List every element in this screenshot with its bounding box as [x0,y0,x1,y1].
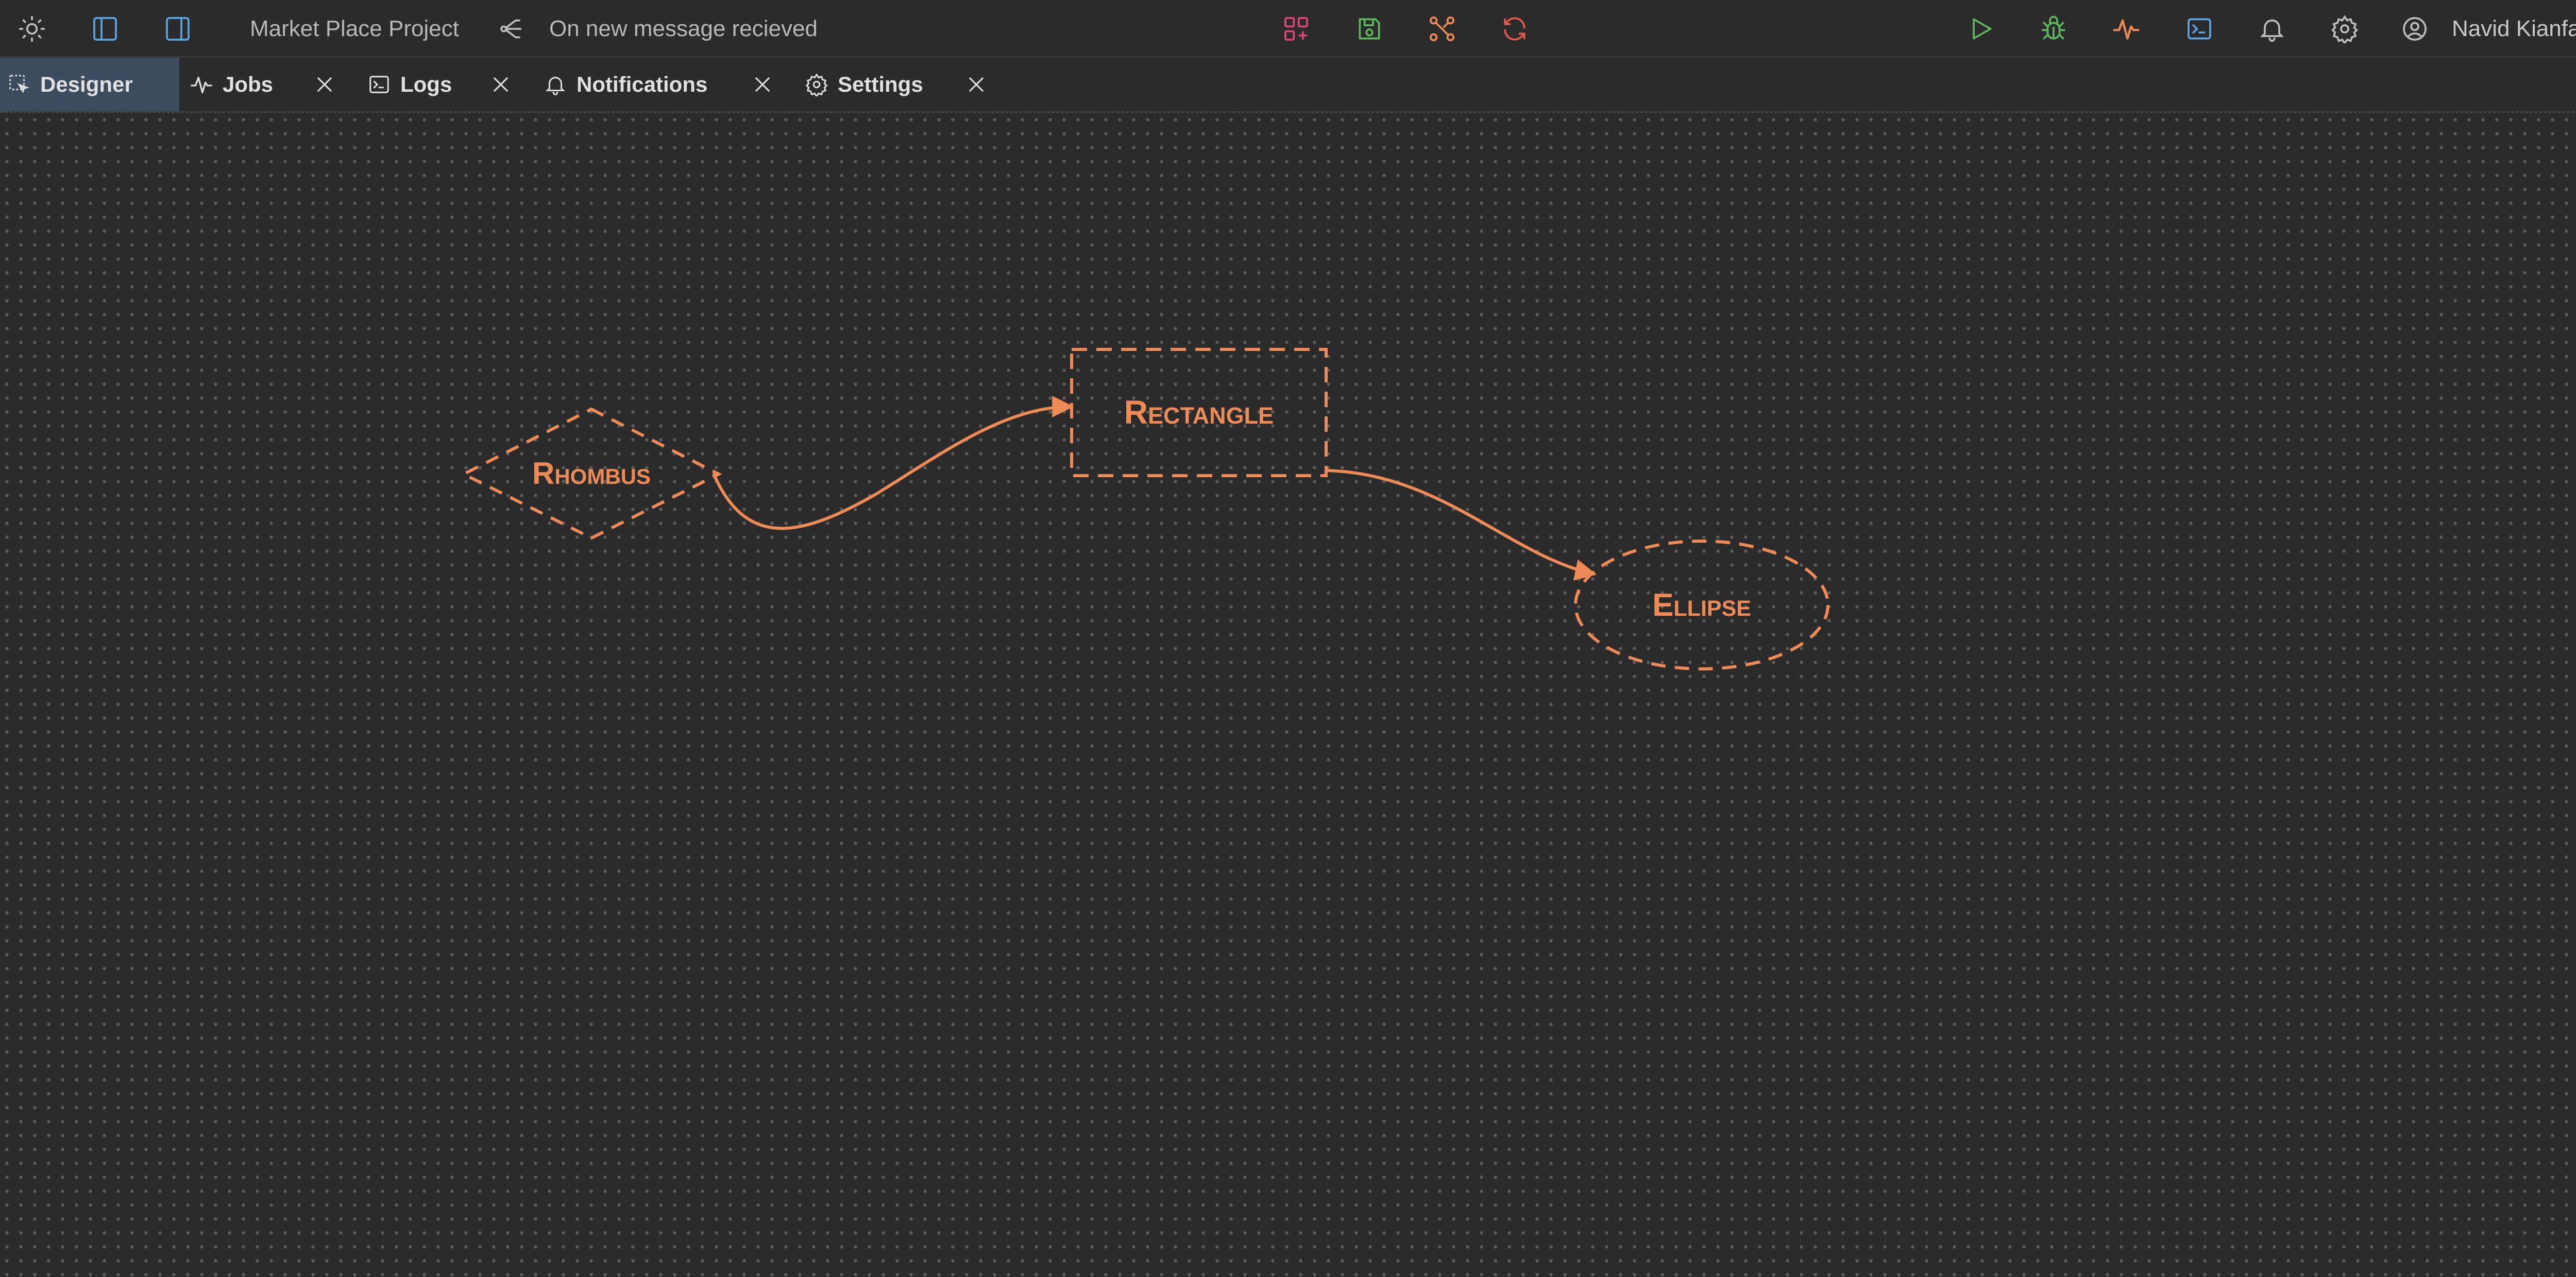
left-panel-icon [93,17,117,41]
edge-rectangle-to-ellipse[interactable] [1326,469,1597,581]
tab-designer[interactable]: Designer [0,58,179,111]
connect-button[interactable] [1426,12,1459,45]
close-tab-jobs-button[interactable] [307,58,343,111]
sun-icon [19,15,45,42]
edge-rhombus-to-rectangle[interactable] [712,396,1074,530]
debug-button[interactable] [2037,12,2070,45]
gear-icon [805,73,828,96]
workflow-share-button[interactable] [496,12,529,45]
node-label-rhombus: Rhombus [532,456,651,491]
bug-icon [2042,15,2065,40]
terminal-icon [369,76,389,93]
node-rectangle[interactable]: Rectangle [1070,348,1328,477]
workflow-branch-icon [500,19,522,39]
user-circle-icon [2403,17,2427,41]
tab-label: Logs [400,72,452,96]
tab-bar: Designer Jobs Logs Notifications Setting… [0,58,2576,113]
tab-label: Settings [838,72,923,96]
user-avatar[interactable] [2398,12,2431,45]
add-grid-icon [1284,17,1308,41]
designer-canvas[interactable]: Rhombus Rectangle Ellipse [0,113,2576,1277]
node-label-rectangle: Rectangle [1124,394,1274,431]
top-toolbar: Market Place Project On new message reci… [0,0,2576,58]
user-name[interactable]: Navid Kianfar [2452,14,2576,43]
toggle-left-panel-button[interactable] [89,12,122,45]
flow-diagram: Rhombus Rectangle Ellipse [460,348,1829,670]
notifications-button[interactable] [2256,12,2289,45]
close-icon [969,77,984,92]
close-tab-logs-button[interactable] [483,58,519,111]
workflow-name[interactable]: On new message recieved [549,14,818,43]
close-icon [317,77,332,92]
tab-label: Notifications [577,72,708,96]
node-label-ellipse: Ellipse [1652,587,1751,623]
bell-icon [2260,19,2284,42]
tab-settings[interactable]: Settings [805,58,923,111]
node-rhombus[interactable]: Rhombus [460,407,722,540]
save-button[interactable] [1353,12,1386,45]
settings-button[interactable] [2328,12,2361,45]
node-ellipse[interactable]: Ellipse [1574,540,1829,670]
save-icon [1359,18,1380,40]
bell-icon [545,77,566,95]
terminal-button[interactable] [2183,12,2216,45]
play-icon [1973,18,1992,40]
activity-icon [191,76,212,94]
toggle-right-panel-button[interactable] [161,12,194,45]
tab-jobs[interactable]: Jobs [190,58,273,111]
theme-toggle-button[interactable] [15,12,48,45]
monitor-button[interactable] [2110,12,2143,45]
run-button[interactable] [1964,12,1997,45]
connections-icon [1429,16,1455,42]
close-tab-notifications-button[interactable] [744,58,781,111]
add-node-button[interactable] [1280,12,1313,45]
refresh-button[interactable] [1498,12,1531,45]
tab-notifications[interactable]: Notifications [544,58,707,111]
gear-icon [2331,15,2358,43]
project-name[interactable]: Market Place Project [250,14,459,43]
right-panel-icon [166,17,190,41]
close-tab-settings-button[interactable] [958,58,994,111]
designer-icon [9,75,29,94]
refresh-icon [1504,17,1526,41]
tab-label: Jobs [223,72,274,96]
tab-logs[interactable]: Logs [367,58,452,111]
activity-icon [2113,19,2140,40]
close-icon [755,77,770,92]
close-icon [494,77,508,92]
terminal-icon [2188,18,2211,40]
tab-label: Designer [40,72,133,96]
